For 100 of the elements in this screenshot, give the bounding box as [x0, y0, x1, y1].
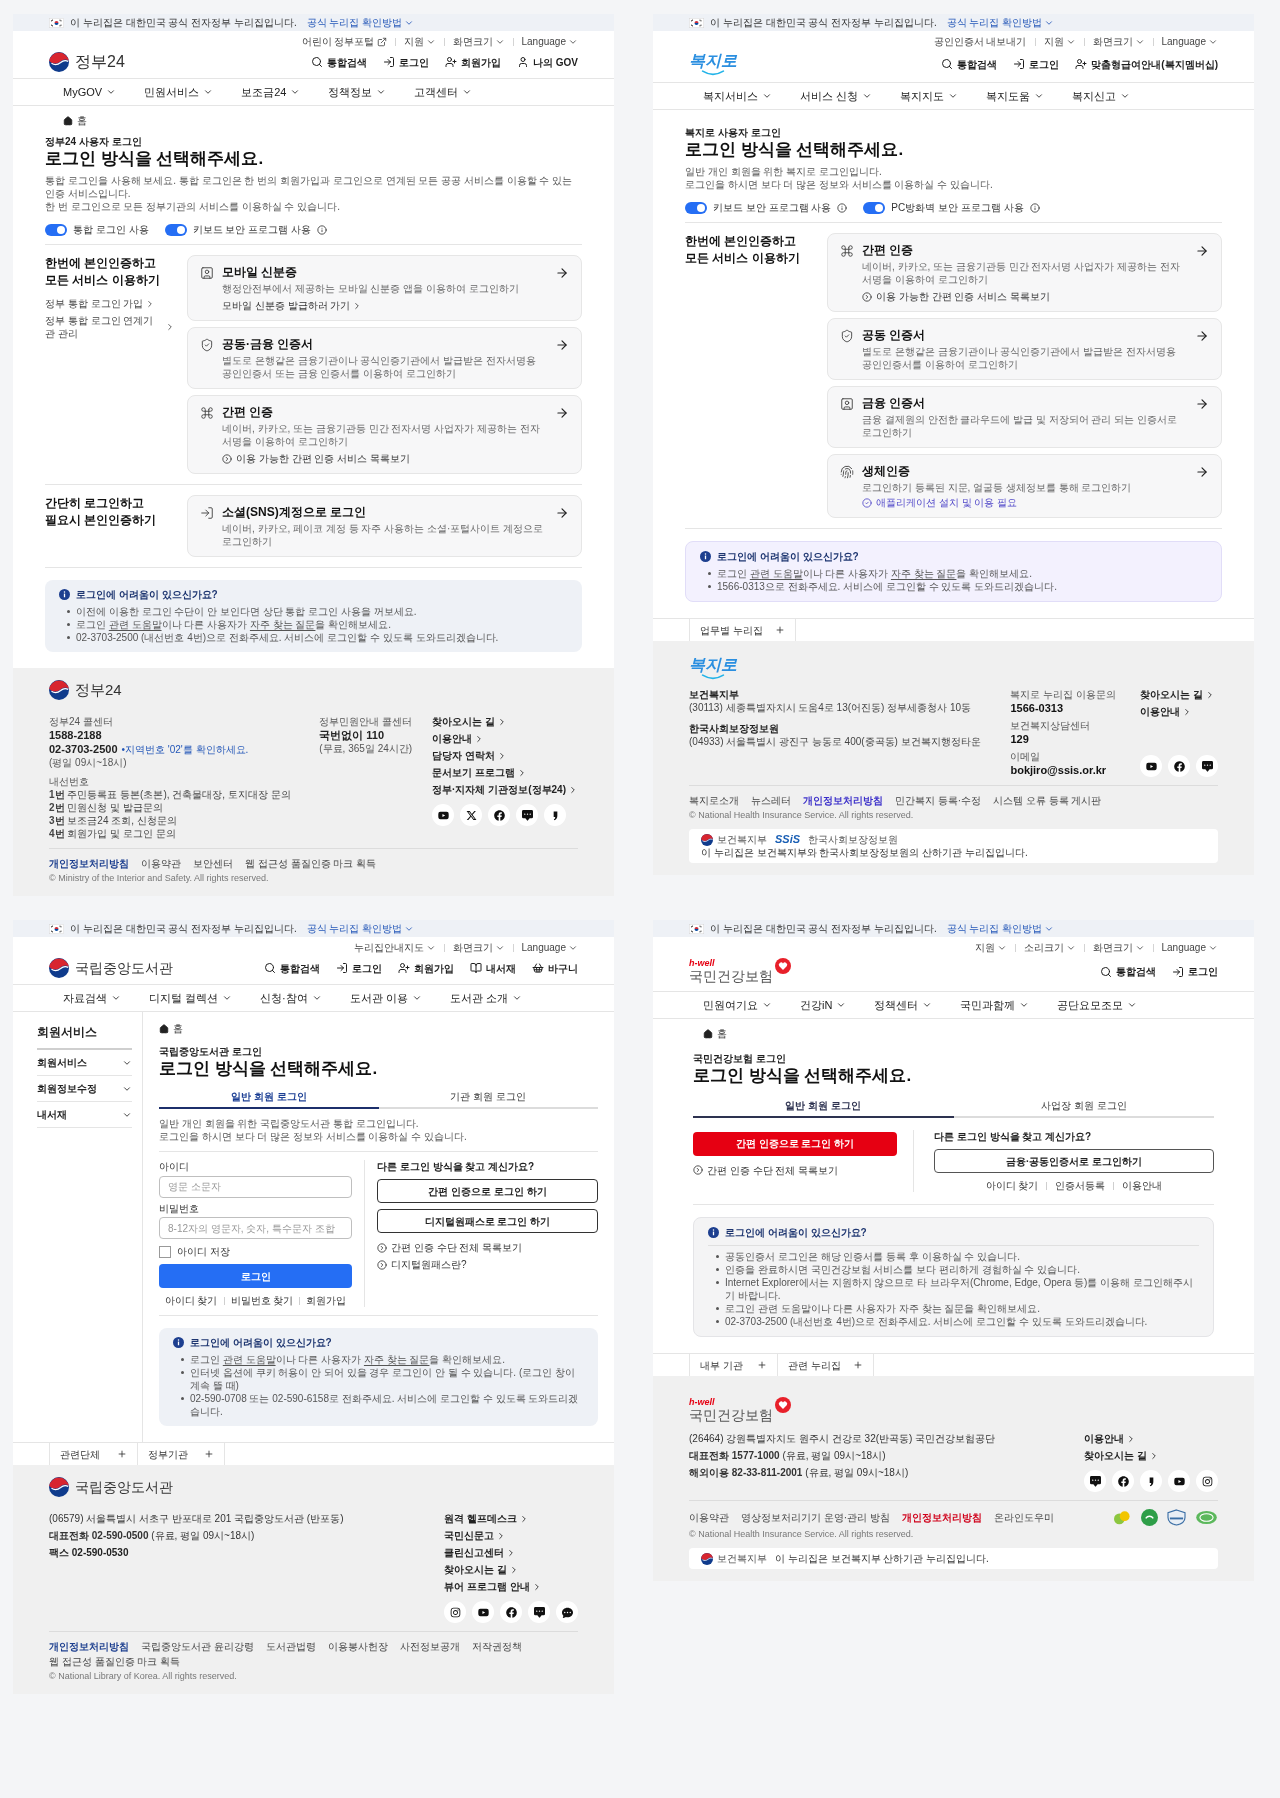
policy-link[interactable]: 국립중앙도서관 윤리강령 — [141, 1640, 254, 1653]
login-tab[interactable]: 일반 회원 로그인 — [693, 1099, 954, 1118]
alternative-login-button[interactable]: 디지털원패스로 로그인 하기 — [377, 1209, 598, 1233]
section-link[interactable]: 정부 통합 로그인 연계기관 관리 — [45, 314, 175, 340]
nav-menu-button[interactable]: 정책정보 — [328, 85, 387, 99]
policy-link[interactable]: 온라인도우미 — [993, 1511, 1054, 1524]
footer-link[interactable]: 원격 헬프데스크 — [444, 1512, 578, 1525]
utility-link[interactable]: 공인인증서 내보내기 — [933, 35, 1027, 48]
nav-menu-button[interactable]: 공단요모조모 — [1057, 998, 1138, 1012]
dropdown-button[interactable]: Language — [521, 35, 578, 48]
card-link[interactable]: 이용 가능한 간편 인증 서비스 목록보기 — [862, 290, 1187, 303]
footer-logo-link[interactable]: 정부24 — [49, 680, 122, 700]
alternative-login-button[interactable]: 간편 인증으로 로그인 하기 — [377, 1179, 598, 1203]
login-option-card[interactable]: 생체인증 로그인하기 등록된 지문, 얼굴등 생체정보를 통해 로그인하기 애플리케이션 설치 및 이용 필요 — [827, 454, 1222, 518]
footer-link[interactable]: 이용안내 — [1140, 705, 1218, 718]
facebook-icon[interactable] — [1168, 755, 1190, 777]
footer-link[interactable]: 국민신문고 — [444, 1529, 578, 1542]
policy-link[interactable]: 웹 접근성 품질인증 마크 획득 — [49, 1655, 181, 1668]
dropdown-button[interactable]: 화면크기 — [452, 35, 505, 48]
footer-link[interactable]: 정부·지자체 기관정보(정부24) — [432, 783, 578, 796]
login-option-card[interactable]: 간편 인증 네이버, 카카오, 또는 금융기관등 민간 전자서명 사업자가 제공하는 전자서명을 이용하여 로그인하기 이용 가능한 간편 인증 서비스 목록보기 — [187, 395, 582, 474]
policy-link[interactable]: 개인정보처리방침 — [49, 857, 129, 870]
comma-icon[interactable] — [544, 804, 567, 826]
card-link[interactable]: 애플리케이션 설치 및 이용 필요 — [862, 496, 1187, 509]
password-input-field[interactable]: 8-12자의 영문자, 숫자, 특수문자 조합 — [159, 1217, 352, 1239]
dropdown-button[interactable]: Language — [1161, 941, 1218, 954]
policy-link[interactable]: 이용봉사헌장 — [327, 1640, 388, 1653]
basket-link[interactable]: 바구니 — [532, 961, 578, 975]
help-link[interactable]: 관련 도움말 — [222, 1354, 276, 1365]
account-link[interactable]: 이용안내 — [1122, 1179, 1163, 1192]
speech-bubble-icon[interactable] — [1084, 1470, 1106, 1492]
login-link[interactable]: 로그인 — [336, 961, 382, 975]
nav-menu-button[interactable]: 복지지도 — [900, 89, 959, 103]
dropdown-button[interactable]: 화면크기 — [1092, 941, 1145, 954]
nav-menu-button[interactable]: 도서관 이용 — [349, 991, 422, 1005]
footer-link[interactable]: 찾아오시는 길 — [444, 1563, 578, 1576]
toggle-switch[interactable] — [164, 223, 187, 236]
login-option-card[interactable]: 간편 인증 네이버, 카카오, 또는 금융기관등 민간 전자서명 사업자가 제공하는 전자서명을 이용하여 로그인하기 이용 가능한 간편 인증 서비스 목록보기 — [827, 233, 1222, 312]
login-tab[interactable]: 기관 회원 로그인 — [378, 1090, 598, 1109]
verify-link[interactable]: 공식 누리집 확인방법 — [306, 16, 415, 29]
nav-menu-button[interactable]: 디지털 컬렉션 — [149, 991, 233, 1005]
certificate-login-button[interactable]: 금융·공동인증서로 로그인하기 — [934, 1149, 1214, 1173]
dropdown-button[interactable]: 누리집안내지도 — [353, 941, 436, 954]
speech-bubble-icon[interactable] — [528, 1601, 550, 1623]
login-button[interactable]: 로그인 — [159, 1264, 352, 1288]
policy-link[interactable]: 도서관법령 — [265, 1640, 316, 1653]
policy-link[interactable]: 개인정보처리방침 — [901, 1511, 982, 1524]
policy-link[interactable]: 웹 접근성 품질인증 마크 획득 — [245, 857, 377, 870]
footer-link[interactable]: 담당자 연락처 — [432, 749, 578, 762]
nav-menu-button[interactable]: 민원서비스 — [144, 85, 214, 99]
search-button[interactable]: 통합검색 — [264, 961, 320, 975]
footer-logo-link[interactable]: 국립중앙도서관 — [49, 1477, 173, 1497]
dropdown-button[interactable]: 지원 — [974, 941, 1007, 954]
youtube-icon[interactable] — [432, 804, 455, 826]
policy-link[interactable]: 이용약관 — [141, 857, 181, 870]
nav-menu-button[interactable]: 민원여기요 — [703, 998, 772, 1012]
policy-link[interactable]: 보안센터 — [193, 857, 233, 870]
account-link[interactable]: 아이디 찾기 — [164, 1294, 218, 1307]
dropdown-button[interactable]: 소리크기 — [1023, 941, 1076, 954]
nav-menu-button[interactable]: 보조금24 — [241, 85, 301, 99]
youtube-icon[interactable] — [1168, 1470, 1190, 1492]
policy-link[interactable]: 복지로소개 — [689, 794, 739, 807]
login-tab[interactable]: 일반 회원 로그인 — [159, 1090, 379, 1109]
comma-icon[interactable] — [1140, 1470, 1162, 1492]
help-link[interactable]: 관련 도움말 — [108, 619, 162, 630]
x-logo-icon[interactable] — [460, 804, 483, 826]
verify-link[interactable]: 공식 누리집 확인방법 — [306, 922, 415, 935]
nav-menu-button[interactable]: MyGOV — [63, 85, 117, 99]
card-link[interactable]: 모바일 신분증 발급하러 가기 — [222, 299, 547, 312]
policy-link[interactable]: 영상정보처리기기 운영·관리 방침 — [741, 1511, 890, 1524]
sidebar-menu-button[interactable]: 회원서비스 — [37, 1050, 132, 1076]
facebook-icon[interactable] — [488, 804, 511, 826]
footer-link[interactable]: 찾아오시는 길 — [1084, 1449, 1218, 1462]
policy-link[interactable]: 사전정보공개 — [399, 1640, 460, 1653]
section-link[interactable]: 정부 통합 로그인 가입 — [45, 297, 175, 310]
my-page-link[interactable]: 나의 GOV — [517, 55, 578, 69]
external-link[interactable]: 어린이 정부포털 — [301, 35, 387, 48]
breadcrumb-link[interactable]: 홈 — [173, 1022, 183, 1035]
nav-menu-button[interactable]: 고객센터 — [414, 85, 473, 99]
account-link[interactable]: 회원가입 — [306, 1294, 347, 1307]
footer-link[interactable]: 클린신고센터 — [444, 1546, 578, 1559]
nav-menu-button[interactable]: 신청·참여 — [260, 991, 322, 1005]
account-link[interactable]: 아이디 찾기 — [985, 1179, 1039, 1192]
guide-link[interactable]: 간편 인증 수단 전체 목록보기 — [377, 1241, 598, 1254]
youtube-icon[interactable] — [472, 1601, 494, 1623]
my-library-link[interactable]: 내서재 — [470, 961, 516, 975]
login-link[interactable]: 로그인 — [383, 55, 429, 69]
help-link[interactable]: 관련 도움말 — [749, 568, 803, 579]
benefit-guide-link[interactable]: 맞춤형급여안내(복지멤버십) — [1075, 57, 1218, 71]
home-logo-link[interactable]: 국립중앙도서관 — [49, 958, 173, 978]
login-link[interactable]: 로그인 — [1172, 965, 1218, 978]
policy-link[interactable]: 민간복지 등록·수정 — [895, 794, 982, 807]
speech-bubble-icon[interactable] — [1196, 755, 1218, 777]
instagram-icon[interactable] — [444, 1601, 466, 1623]
search-button[interactable]: 통합검색 — [1100, 965, 1156, 978]
nav-menu-button[interactable]: 서비스 신청 — [800, 89, 873, 103]
dropdown-button[interactable]: Language — [1161, 35, 1218, 48]
dropdown-button[interactable]: 화면크기 — [1092, 35, 1145, 48]
chat-bubble-icon[interactable] — [556, 1601, 578, 1623]
dropdown-button[interactable]: 지원 — [403, 35, 436, 48]
